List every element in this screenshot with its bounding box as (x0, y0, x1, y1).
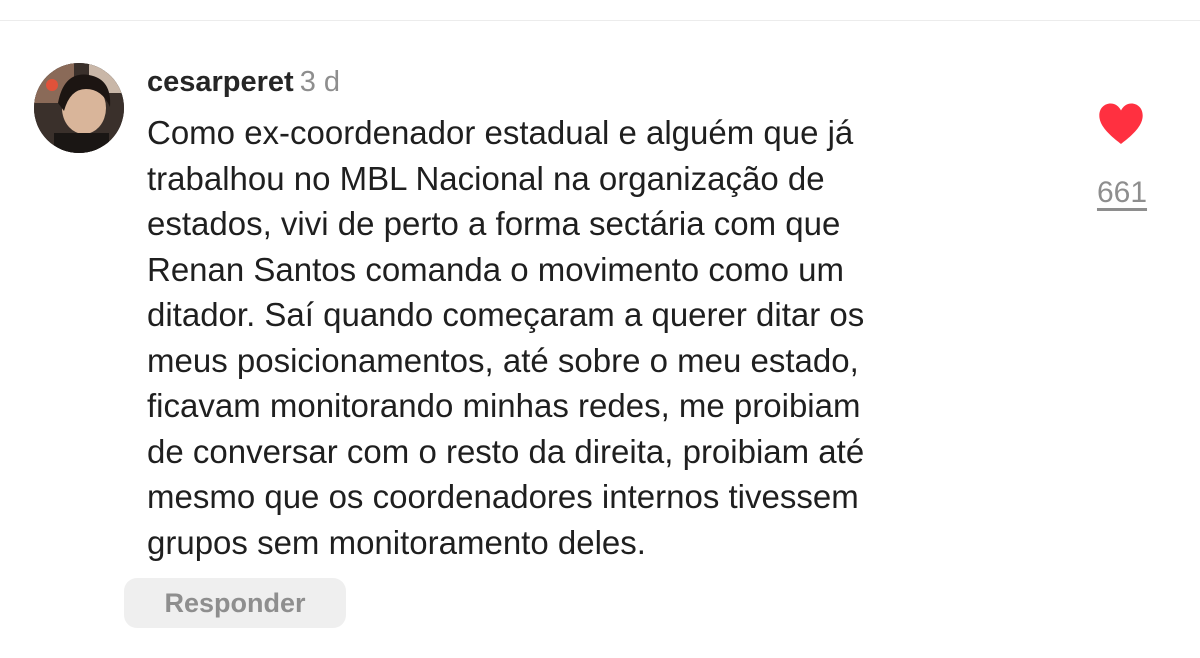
comment-line: estados, vivi de perto a forma sectária … (147, 205, 841, 242)
comment: cesarperet 3 d Como ex-coordenador estadu… (147, 60, 1047, 565)
comment-line: de conversar com o resto da direita, pro… (147, 432, 865, 470)
comment-line: grupos sem monitoramento deles. (147, 523, 646, 561)
like-count[interactable]: 661 (1086, 176, 1158, 210)
timestamp: 3 d (299, 66, 341, 98)
heart-icon[interactable] (1097, 102, 1145, 146)
comment-line: meus posicionamentos, até sobre o meu es… (147, 341, 859, 379)
top-divider (0, 20, 1200, 21)
comment-line: trabalhou no MBL Nacional na organização… (147, 159, 825, 197)
comment-line: Como ex-coordenador estadual e alguém qu… (147, 114, 854, 151)
profile-photo (34, 63, 124, 153)
comment-line: mesmo que os coordenadores internos tive… (147, 478, 859, 515)
comment-line: ditador. Saí quando começaram a querer d… (147, 296, 865, 333)
comment-text: Como ex-coordenador estadual e alguém qu… (147, 110, 1047, 565)
reply-button[interactable]: Responder (124, 578, 346, 628)
avatar[interactable] (34, 63, 124, 153)
comment-line: Renan Santos comanda o movimento como um (147, 250, 845, 288)
comment-header: cesarperet 3 d (147, 60, 1047, 104)
username-link[interactable]: cesarperet (147, 66, 294, 98)
comment-line: ficavam monitorando minhas redes, me pro… (147, 387, 861, 424)
